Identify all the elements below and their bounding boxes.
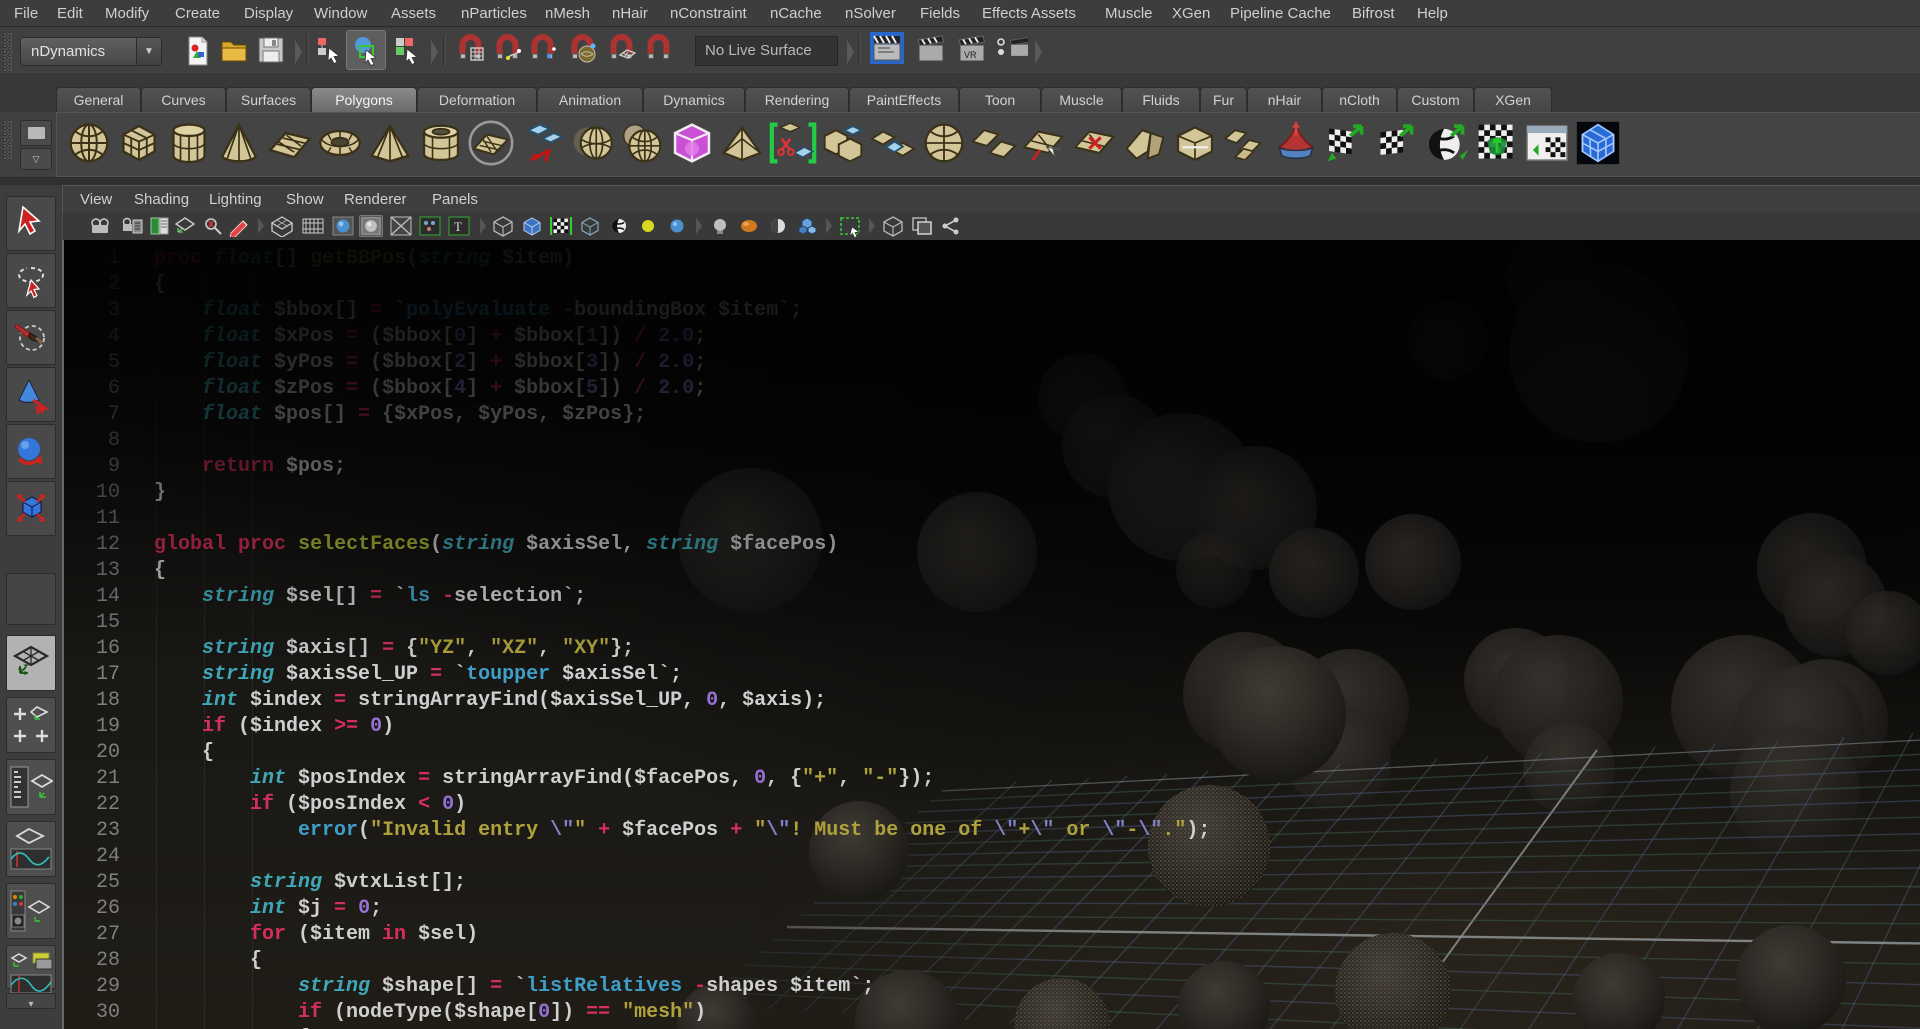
svg-text:VR: VR — [964, 50, 977, 60]
svg-text:T: T — [454, 219, 462, 234]
